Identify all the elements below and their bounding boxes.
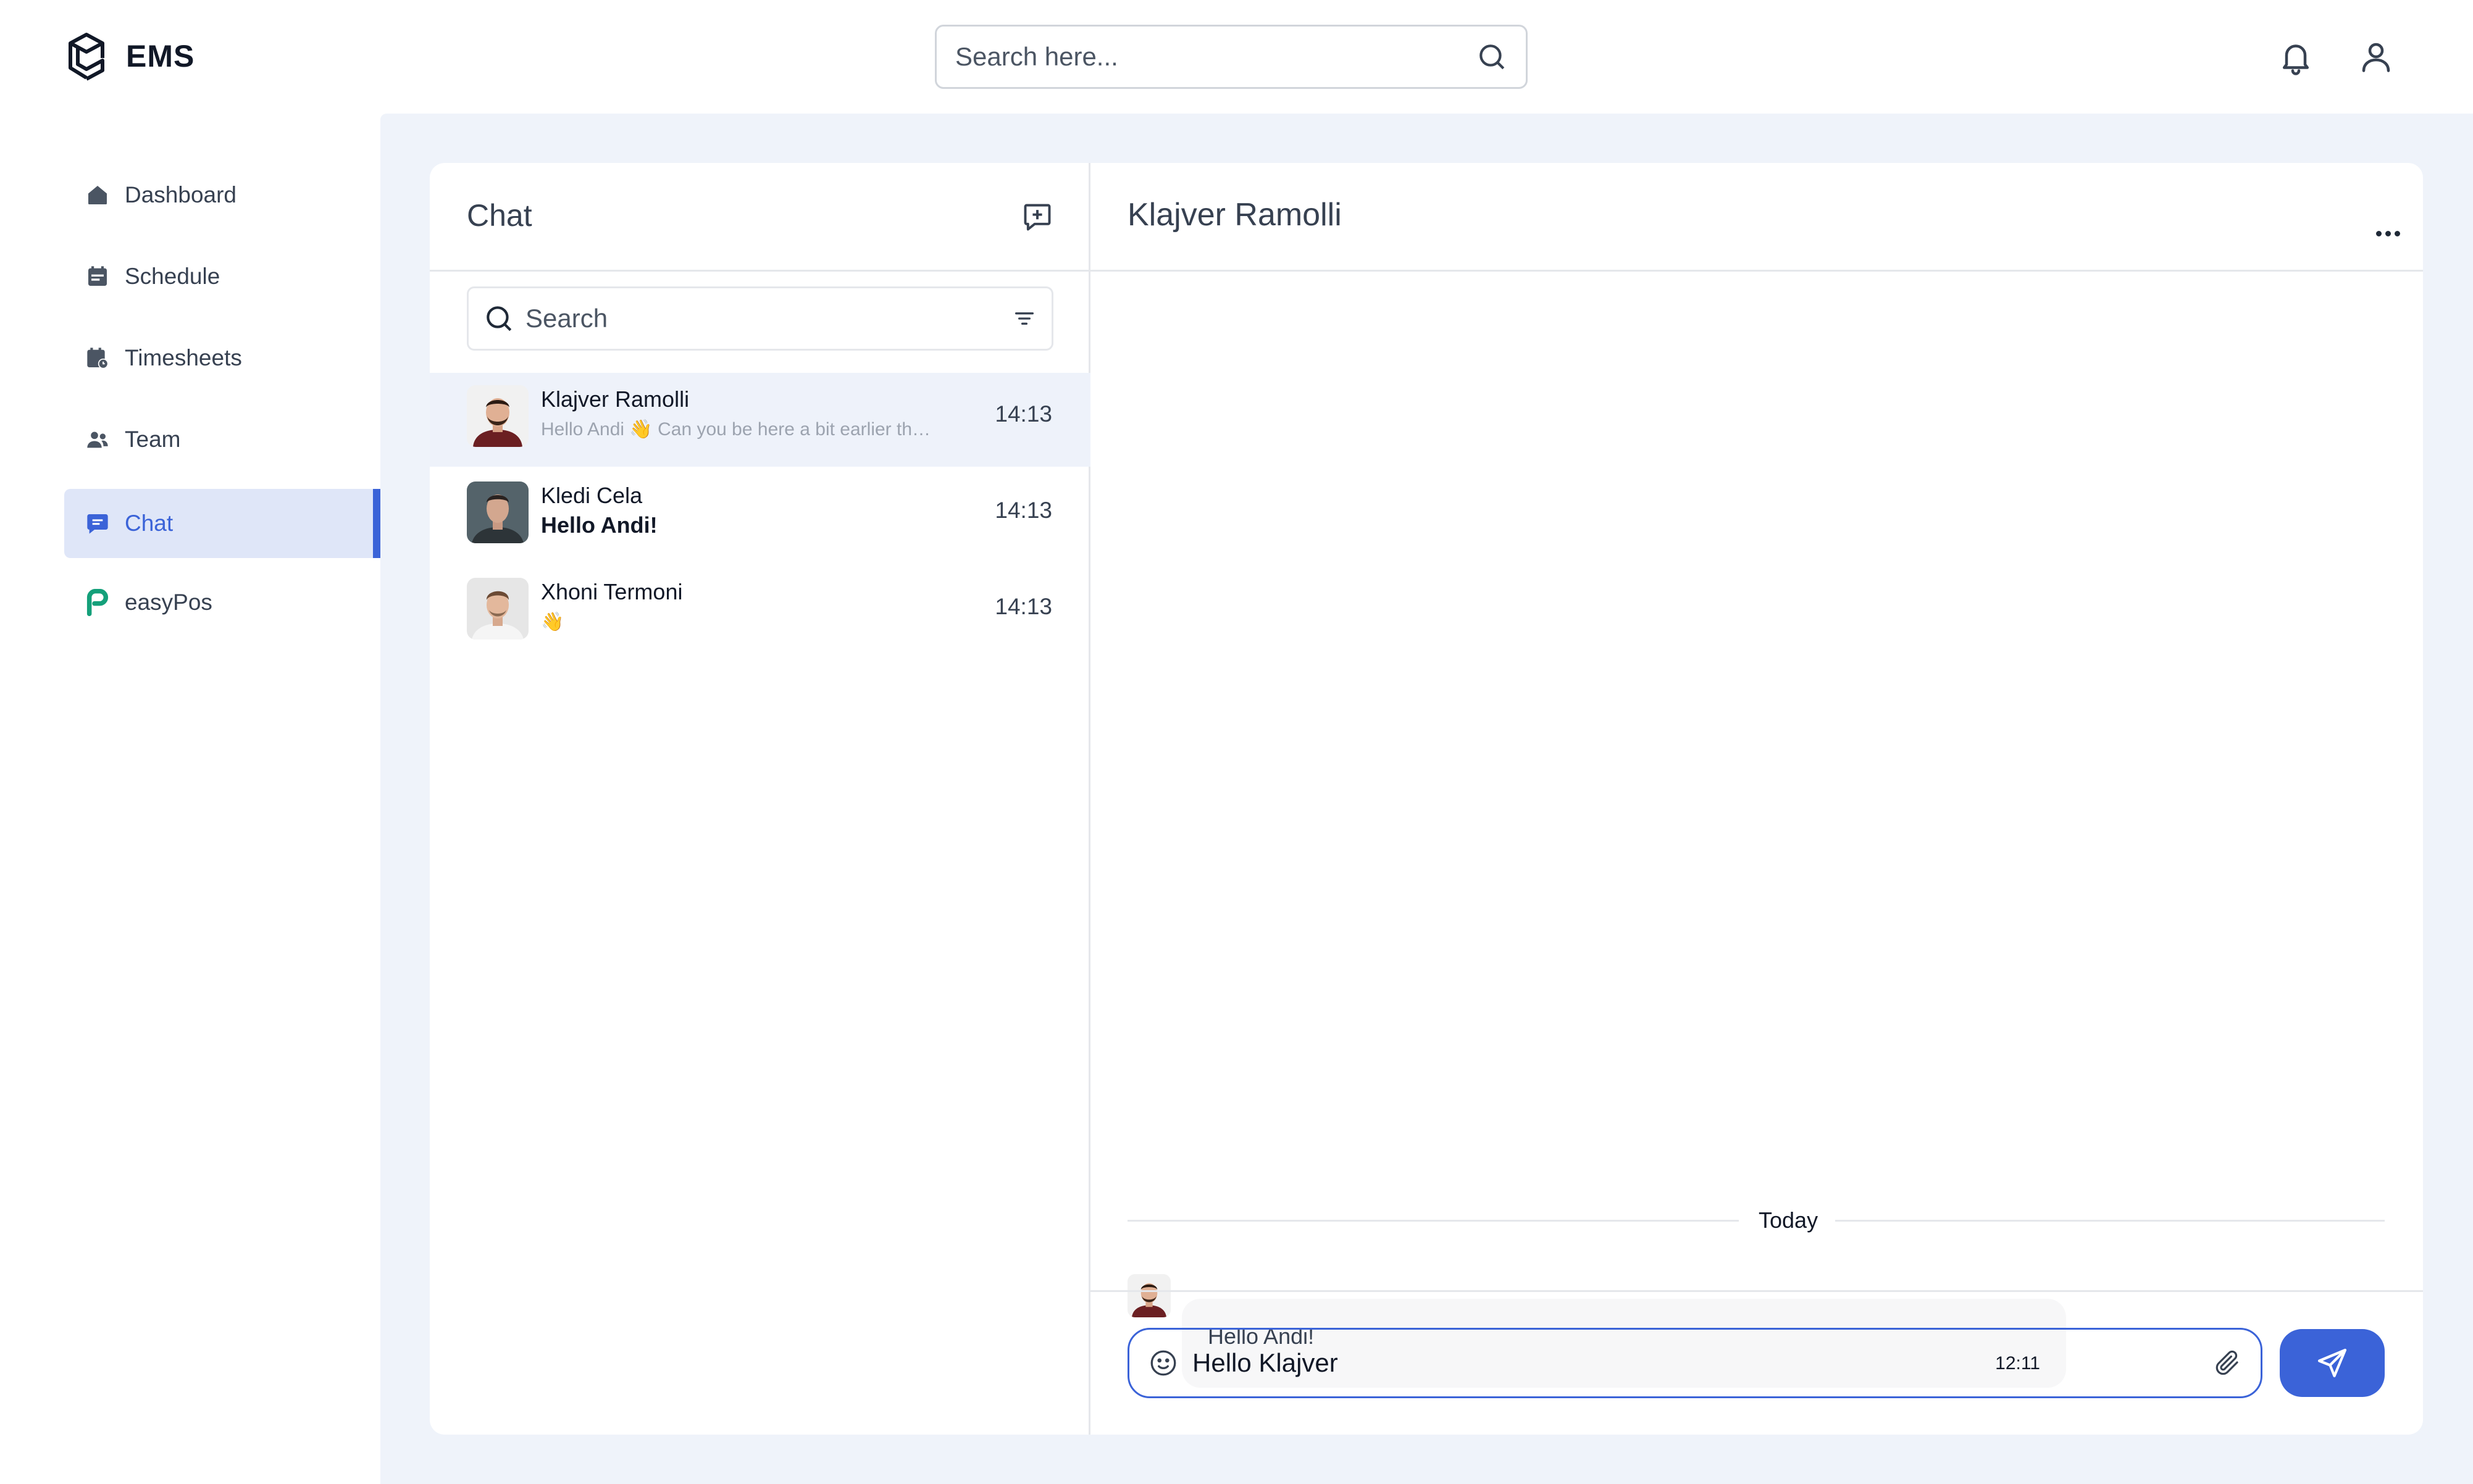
send-button[interactable]: [2280, 1329, 2385, 1397]
day-divider: Today: [1128, 1205, 2385, 1236]
team-icon: [84, 426, 111, 453]
chat-card: Chat Klajver Ramolli: [430, 163, 2423, 1435]
page-title: Chat: [467, 198, 532, 233]
conversation-preview: Hello Andi 👋 Can you be here a bit earli…: [541, 419, 936, 440]
sidebar: Dashboard Schedule Timesheets Team Chat …: [0, 114, 380, 1484]
avatar: [467, 481, 529, 543]
calendar-clock-icon: [84, 344, 111, 372]
conversation-name: Klajver Ramolli: [541, 386, 690, 412]
message-input[interactable]: [1192, 1348, 2199, 1378]
home-icon: [84, 181, 111, 209]
sidebar-item-label: Schedule: [125, 264, 220, 289]
app-logo[interactable]: EMS: [63, 31, 195, 81]
conversation-list-panel: Chat Klajver Ramolli: [430, 163, 1090, 1435]
user-icon[interactable]: [2358, 38, 2395, 75]
emoji-icon[interactable]: [1148, 1348, 1179, 1378]
conversation-preview: 👋: [541, 612, 564, 632]
divider-line: [1835, 1220, 2385, 1222]
sidebar-item-easypos[interactable]: easyPos: [64, 568, 380, 637]
conversation-header: Klajver Ramolli: [1090, 163, 2423, 272]
sidebar-item-schedule[interactable]: Schedule: [64, 242, 380, 311]
contact-name: Klajver Ramolli: [1128, 197, 1342, 233]
easypos-logo-icon: [84, 589, 111, 616]
conversation-time: 14:13: [995, 594, 1052, 619]
avatar: [467, 385, 529, 447]
composer-area: [1090, 1290, 2423, 1435]
avatar: [467, 578, 529, 640]
conversation-item[interactable]: Kledi Cela Hello Andi! 14:13: [430, 469, 1090, 563]
ems-logo-icon: [69, 33, 104, 81]
search-icon: [487, 306, 512, 331]
conversation-search[interactable]: [467, 286, 1053, 351]
conversation-time: 14:13: [995, 498, 1052, 523]
sidebar-item-timesheets[interactable]: Timesheets: [64, 323, 380, 393]
conversation-panel: Klajver Ramolli Today Hello Andi! 12:11: [1090, 163, 2423, 1435]
global-search-input[interactable]: [955, 42, 1476, 72]
conversation-list-header: Chat: [430, 163, 1090, 272]
conversation-name: Kledi Cela: [541, 483, 643, 508]
conversation-time: 14:13: [995, 401, 1052, 427]
conversation-name: Xhoni Termoni: [541, 579, 683, 604]
divider-line: [1128, 1220, 1739, 1222]
chat-icon: [84, 510, 111, 537]
top-bar: EMS: [0, 0, 2473, 114]
attachment-icon[interactable]: [2212, 1348, 2242, 1378]
sidebar-item-label: Timesheets: [125, 345, 242, 370]
sidebar-item-label: Chat: [125, 511, 174, 536]
conversation-item[interactable]: Xhoni Termoni 👋 14:13: [430, 565, 1090, 659]
global-search[interactable]: [935, 25, 1528, 89]
search-icon[interactable]: [1476, 41, 1507, 72]
bell-icon[interactable]: [2277, 38, 2314, 75]
new-chat-icon[interactable]: [1021, 201, 1053, 233]
sidebar-item-label: easyPos: [125, 590, 212, 615]
sidebar-item-team[interactable]: Team: [64, 405, 380, 474]
calendar-icon: [84, 263, 111, 290]
sidebar-item-chat[interactable]: Chat: [64, 489, 380, 558]
more-options-icon[interactable]: [2376, 231, 2400, 236]
conversation-item[interactable]: Klajver Ramolli Hello Andi 👋 Can you be …: [430, 373, 1090, 467]
conversation-preview: Hello Andi!: [541, 512, 658, 538]
app-name: EMS: [126, 39, 195, 73]
sidebar-item-label: Dashboard: [125, 182, 237, 207]
send-icon: [2317, 1348, 2347, 1378]
sidebar-item-label: Team: [125, 427, 181, 452]
conversation-search-input[interactable]: [525, 304, 1001, 333]
sidebar-item-dashboard[interactable]: Dashboard: [64, 160, 380, 230]
filter-icon[interactable]: [1012, 306, 1037, 331]
day-label: Today: [1745, 1207, 1832, 1233]
message-composer[interactable]: [1128, 1328, 2262, 1398]
